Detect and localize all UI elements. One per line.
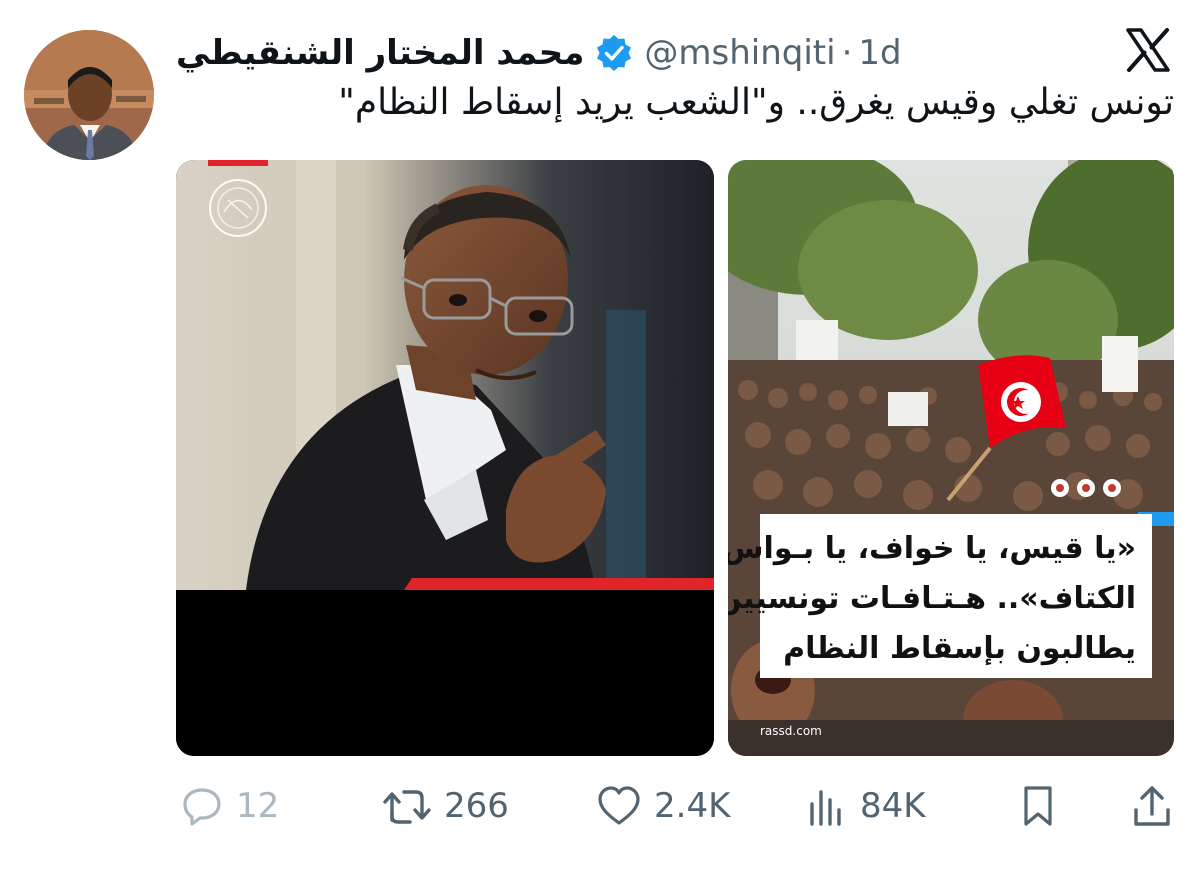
share-icon (1134, 786, 1170, 826)
verified-badge-icon (597, 35, 632, 71)
tweet-timestamp[interactable]: 1d (858, 33, 901, 73)
repost-button[interactable]: 266 (382, 778, 509, 834)
repost-count: 266 (444, 786, 509, 826)
like-button[interactable]: 2.4K (596, 778, 730, 834)
tweet-image-left[interactable] (176, 160, 714, 756)
reply-icon (183, 788, 221, 826)
x-logo-icon[interactable] (1124, 26, 1172, 74)
image-source-label: rassd.com (760, 724, 822, 738)
tweet-image-right[interactable]: «يا قيس، يا خواف، يا بـواس الكتاف».. هـت… (728, 160, 1174, 756)
separator-dot: · (841, 33, 853, 73)
bookmark-button[interactable] (1018, 778, 1058, 834)
bookmark-icon (1024, 786, 1052, 826)
caption-line-1: «يا قيس، يا خواف، يا بـواس (728, 531, 1136, 566)
avatar-photo (24, 30, 154, 160)
views-icon (810, 790, 841, 826)
tweet-header: محمد المختار الشنقيطي @mshinqiti · 1d (176, 28, 902, 78)
reply-button[interactable]: 12 (180, 778, 279, 834)
author-name[interactable]: محمد المختار الشنقيطي (176, 33, 584, 73)
tweet-text: تونس تغلي وقيس يغرق.. و"الشعب يريد إسقاط… (338, 82, 1174, 123)
author-handle[interactable]: @mshinqiti (644, 33, 835, 73)
views-count: 84K (860, 786, 926, 826)
repost-icon (383, 790, 431, 824)
caption-line-2: الكتاف».. هـتـافـات تونسيين (728, 581, 1136, 616)
protest-caption: «يا قيس، يا خواف، يا بـواس الكتاف».. هـت… (728, 514, 1152, 678)
caption-line-3: يطالبون بإسقاط النظام (783, 631, 1136, 666)
author-avatar[interactable] (24, 30, 154, 160)
like-count: 2.4K (654, 786, 731, 826)
like-icon (598, 786, 640, 825)
views-button[interactable]: 84K (804, 778, 926, 834)
reply-count: 12 (236, 786, 280, 826)
share-button[interactable] (1130, 778, 1174, 834)
tweet-actions: 12 266 2.4K 84K (176, 778, 1176, 834)
portrait-photo (176, 160, 714, 756)
